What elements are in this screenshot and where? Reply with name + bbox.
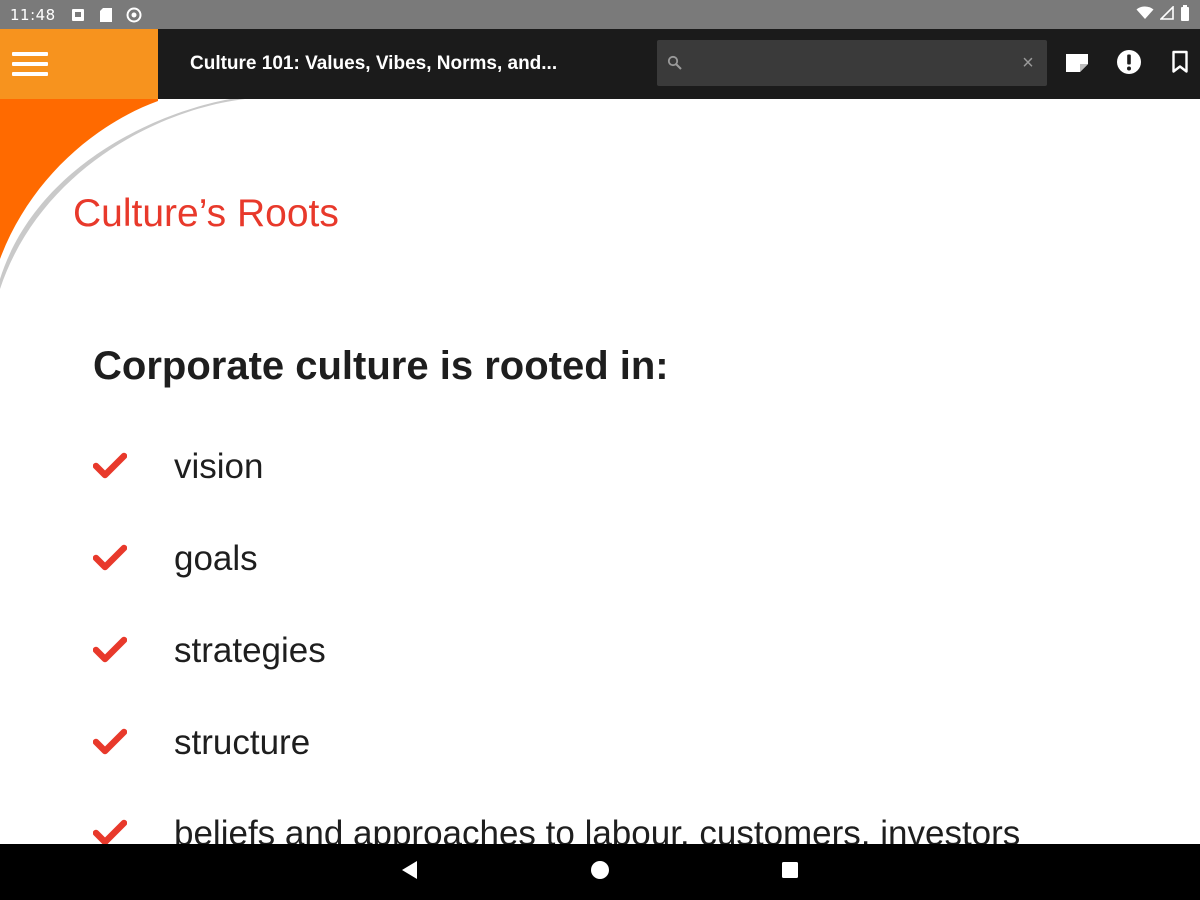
recents-button[interactable]: [776, 858, 804, 886]
list-item: beliefs and approaches to labour, custom…: [0, 809, 1200, 844]
list-item: goals: [0, 534, 1200, 584]
list-item-text: strategies: [174, 631, 326, 670]
lesson-content: Culture’s Roots Corporate culture is roo…: [0, 99, 1200, 844]
clear-search-button[interactable]: ×: [1019, 52, 1037, 74]
app-title: Culture 101: Values, Vibes, Norms, and..…: [190, 53, 558, 74]
notification-icon: [70, 7, 86, 23]
home-icon: [589, 859, 611, 886]
bookmark-button[interactable]: [1166, 50, 1194, 78]
back-icon: [399, 859, 419, 886]
list-item-text: structure: [174, 723, 311, 762]
signal-icon: [1159, 4, 1174, 24]
wifi-icon: [1136, 6, 1154, 24]
status-right-group: [1136, 0, 1190, 29]
sync-icon: [126, 7, 142, 23]
search-icon: [667, 55, 683, 71]
system-nav-bar: [0, 844, 1200, 900]
menu-block: [0, 29, 158, 99]
battery-icon: [1180, 4, 1190, 25]
intro-text: Corporate culture is rooted in:: [93, 344, 669, 388]
search-box[interactable]: ×: [657, 40, 1047, 86]
app-bar: Culture 101: Values, Vibes, Norms, and..…: [0, 29, 1200, 99]
search-input[interactable]: [691, 48, 1001, 78]
status-time: 11:48: [10, 5, 56, 24]
notes-icon: [1064, 51, 1090, 78]
sd-card-icon: [98, 7, 114, 23]
bookmark-icon: [1171, 50, 1189, 79]
list-item-text: goals: [174, 539, 258, 578]
status-bar: 11:48: [0, 0, 1200, 29]
recents-icon: [780, 860, 800, 885]
list-item-text: vision: [174, 447, 264, 486]
list-item-text: beliefs and approaches to labour, custom…: [174, 814, 1021, 844]
alert-button[interactable]: [1115, 49, 1143, 80]
alert-icon: [1116, 49, 1142, 80]
list-item: structure: [0, 718, 1200, 768]
check-icon: [92, 728, 128, 756]
home-button[interactable]: [586, 858, 614, 886]
list-item: strategies: [0, 626, 1200, 676]
notes-button[interactable]: [1063, 50, 1091, 78]
back-button[interactable]: [395, 858, 423, 886]
list-item: vision: [0, 442, 1200, 492]
check-icon: [92, 636, 128, 664]
check-icon: [92, 819, 128, 844]
check-icon: [92, 452, 128, 480]
page-title: Culture’s Roots: [73, 192, 339, 235]
menu-icon[interactable]: [12, 52, 48, 76]
check-icon: [92, 544, 128, 572]
